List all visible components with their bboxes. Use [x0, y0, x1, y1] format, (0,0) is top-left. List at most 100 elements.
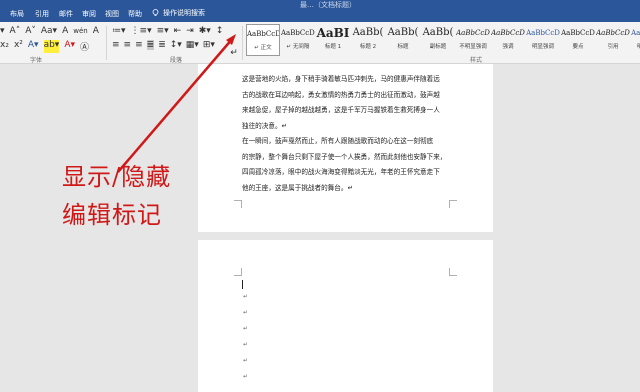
shading-button[interactable]: ▦▾	[186, 40, 199, 50]
style-sample: AaBbCcD	[631, 29, 640, 37]
crop-mark	[234, 268, 242, 276]
bullets-button[interactable]: ≔▾	[112, 26, 126, 36]
asian-layout-button[interactable]: ✱▾	[199, 26, 211, 36]
style-item[interactable]: AaBbCcD 要点	[561, 24, 595, 56]
style-sample: AaBb(	[422, 27, 454, 38]
style-sample: AaBbCcD	[491, 29, 525, 37]
sort-button[interactable]: ↕	[216, 26, 224, 36]
align-right-button[interactable]: ≡	[135, 40, 143, 50]
crop-mark	[234, 200, 242, 208]
style-item[interactable]: AaBbCcD 强调	[491, 24, 525, 56]
line-spacing-button[interactable]: ↕▾	[170, 40, 182, 50]
highlight-button[interactable]: ab▾	[43, 40, 60, 53]
text-line: 这是营地的火焰，身下稍手骑着敏马匹冲刺先，马的健惠声伴随着远	[242, 75, 440, 83]
menu-references[interactable]: 引用	[35, 9, 49, 19]
style-name: 不明显强调	[459, 44, 487, 50]
style-item[interactable]: AaBb( 副标题	[421, 24, 455, 56]
shrink-font-button[interactable]: A˅	[25, 26, 36, 36]
text-line: 的宗静，整个舞台只剩下屋子使一个人挨勇，然而此刻他也安静下来，	[242, 152, 447, 161]
menu-view[interactable]: 视图	[105, 9, 119, 19]
align-left-button[interactable]: ≡	[112, 40, 120, 50]
align-center-button[interactable]: ≡	[124, 40, 132, 50]
annotation-line-2: 编辑标记	[62, 201, 162, 229]
borders-button[interactable]: ⊞▾	[203, 40, 215, 50]
style-item[interactable]: AaBbCcD 明显引用	[631, 24, 640, 56]
menu-bar: 最…（文档标题） 布局 引用 邮件 审阅 视图 帮助 操作说明搜索	[0, 0, 640, 22]
crop-mark	[449, 268, 457, 276]
font-controls-row1: ▾ A˄ A˅ Aa▾ A wén A	[0, 26, 99, 36]
text-line: 他的王座，这是属于挑战者的舞台。↵	[242, 183, 354, 192]
font-controls-row2: x₂ x² A▾ ab▾ A▾ Ⓐ	[0, 40, 89, 53]
style-sample: AaBbCcDc	[247, 30, 279, 38]
decrease-indent-button[interactable]: ⇤	[174, 26, 182, 36]
text-cursor	[242, 280, 243, 289]
ribbon-home: ▾ A˄ A˅ Aa▾ A wén A x₂ x² A▾ ab▾ A▾ Ⓐ 字体…	[0, 22, 640, 64]
page-2[interactable]: ↵ ↵ ↵ ↵ ↵ ↵	[198, 240, 493, 392]
change-case-button[interactable]: Aa▾	[41, 26, 57, 36]
distributed-button[interactable]: ≣	[158, 40, 166, 50]
paragraph-mark: ↵	[243, 309, 249, 316]
text-line: 来越急促，屋子掉的越战越勇，这是千军万马握铁着生救死搏身一人	[242, 106, 440, 114]
paragraph-mark: ↵	[243, 293, 249, 300]
style-item[interactable]: AaBI 标题 1	[316, 24, 350, 56]
menu-review[interactable]: 审阅	[82, 9, 96, 19]
style-item[interactable]: AaBbCcD 引用	[596, 24, 630, 56]
styles-group-label: 样式	[470, 57, 483, 64]
style-name: 标题	[397, 44, 409, 50]
style-sample: AaBbCcDc	[281, 29, 315, 37]
style-name: 明显引用	[636, 44, 640, 50]
document-title: 最…（文档标题）	[300, 1, 356, 9]
menu-mailings[interactable]: 邮件	[59, 9, 73, 19]
style-name: 要点	[572, 44, 584, 50]
style-sample: AaBbCcD	[526, 29, 560, 37]
style-item[interactable]: AaBbCcDc ↵ 正文	[246, 24, 280, 56]
style-name: 引用	[607, 44, 619, 50]
style-item[interactable]: AaBbCcD 不明显强调	[456, 24, 490, 56]
font-color-button[interactable]: A▾	[64, 40, 75, 53]
body-text[interactable]: 这是营地的火焰，身下稍手骑着敏马匹冲刺先，马的健惠声伴随着远 古的战歌在耳边响起，…	[242, 72, 452, 196]
justify-button[interactable]: ≣	[146, 40, 155, 50]
style-sample: AaBbCcD	[456, 29, 490, 37]
font-size-dropdown[interactable]: ▾	[0, 26, 5, 36]
text-line: 古的战歌在耳边响起，勇女激情的热勇力勇士的出征而激动，鼓声越	[242, 90, 440, 99]
style-item[interactable]: AaBbCcDc ↵ 无间隔	[281, 24, 315, 56]
superscript-button[interactable]: x²	[14, 40, 23, 53]
enclose-char-button[interactable]: Ⓐ	[80, 40, 89, 53]
style-item[interactable]: AaBb( 标题	[386, 24, 420, 56]
tell-me-search[interactable]: 操作说明搜索	[152, 8, 205, 18]
style-item[interactable]: AaBb(标题 2	[351, 24, 385, 56]
annotation-text: 显示/隐藏 编辑标记	[62, 158, 171, 234]
numbering-button[interactable]: ⋮≡▾	[131, 26, 152, 36]
show-hide-marks-button[interactable]: ↵	[229, 48, 239, 58]
style-name: 副标题	[429, 44, 447, 50]
styles-gallery: AaBbCcDc ↵ 正文 AaBbCcDc ↵ 无间隔 AaBI 标题 1 AaBb(标题…	[246, 24, 640, 56]
text-effects-button[interactable]: A▾	[28, 40, 39, 53]
crop-mark	[449, 200, 457, 208]
paragraph-controls-row1: ≔▾ ⋮≡▾ ≡▾ ⇤ ⇥ ✱▾ ↕	[112, 26, 223, 36]
style-sample: AaBbCcD	[561, 29, 595, 37]
lightbulb-icon	[152, 9, 159, 16]
paragraph-group-label: 段落	[170, 57, 183, 64]
annotation-line-1: 显示/隐藏	[62, 163, 172, 191]
text-line: 独往的决意。↵	[242, 121, 288, 130]
style-item[interactable]: AaBbCcD 明显强调	[526, 24, 560, 56]
clear-format-button[interactable]: A	[62, 26, 68, 36]
char-border-button[interactable]: A	[93, 26, 99, 36]
page-1[interactable]: 这是营地的火焰，身下稍手骑着敏马匹冲刺先，马的健惠声伴随着远 古的战歌在耳边响起，…	[198, 64, 493, 232]
group-divider	[106, 26, 107, 60]
paragraph-mark: ↵	[243, 325, 249, 332]
phonetic-guide-button[interactable]: wén	[73, 27, 87, 35]
increase-indent-button[interactable]: ⇥	[186, 26, 194, 36]
style-sample: AaBb(	[387, 27, 419, 38]
style-name: 标题 1	[324, 44, 342, 50]
subscript-button[interactable]: x₂	[0, 40, 9, 53]
style-sample: AaBI	[316, 26, 350, 40]
menu-help[interactable]: 帮助	[128, 9, 142, 19]
tell-me-label: 操作说明搜索	[163, 9, 205, 17]
grow-font-button[interactable]: A˄	[10, 26, 21, 36]
menu-layout[interactable]: 布局	[10, 9, 24, 19]
multilevel-list-button[interactable]: ≡▾	[157, 26, 169, 36]
paragraph-controls-row2: ≡ ≡ ≡ ≣ ≣ ↕▾ ▦▾ ⊞▾	[112, 40, 215, 50]
paragraph-mark: ↵	[243, 373, 249, 380]
style-name: 明显强调	[531, 44, 554, 50]
